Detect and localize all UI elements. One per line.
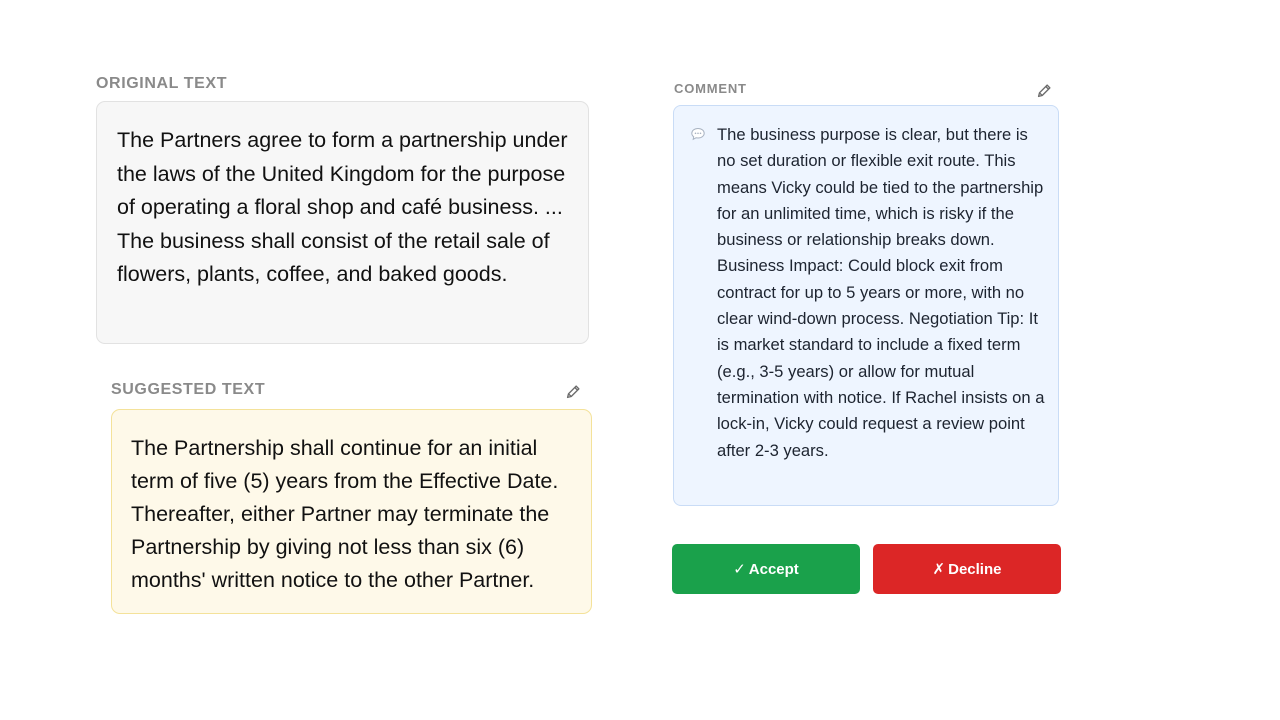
decline-button-label: Decline bbox=[948, 560, 1002, 578]
edit-comment-pencil-icon[interactable] bbox=[1035, 82, 1053, 100]
original-text-body: The Partners agree to form a partnership… bbox=[117, 128, 568, 287]
suggested-text-box[interactable]: The Partnership shall continue for an in… bbox=[111, 409, 592, 614]
accept-button[interactable]: ✓ Accept bbox=[672, 544, 860, 594]
clause-review-page: ORIGINAL TEXT The Partners agree to form… bbox=[0, 0, 1280, 720]
comment-body: The business purpose is clear, but there… bbox=[717, 125, 1045, 460]
decline-button[interactable]: ✗ Decline bbox=[873, 544, 1061, 594]
comment-label: COMMENT bbox=[674, 81, 747, 96]
checkmark-icon: ✓ bbox=[733, 560, 746, 578]
suggested-text-body: The Partnership shall continue for an in… bbox=[131, 436, 559, 592]
speech-bubble-icon bbox=[690, 126, 706, 142]
comment-box: The business purpose is clear, but there… bbox=[673, 105, 1059, 506]
edit-suggested-pencil-icon[interactable] bbox=[564, 383, 582, 401]
original-text-box: The Partners agree to form a partnership… bbox=[96, 101, 589, 344]
original-text-label: ORIGINAL TEXT bbox=[96, 75, 228, 92]
suggested-text-label: SUGGESTED TEXT bbox=[111, 381, 266, 398]
cross-icon: ✗ bbox=[932, 560, 946, 578]
accept-button-label: Accept bbox=[748, 560, 799, 578]
